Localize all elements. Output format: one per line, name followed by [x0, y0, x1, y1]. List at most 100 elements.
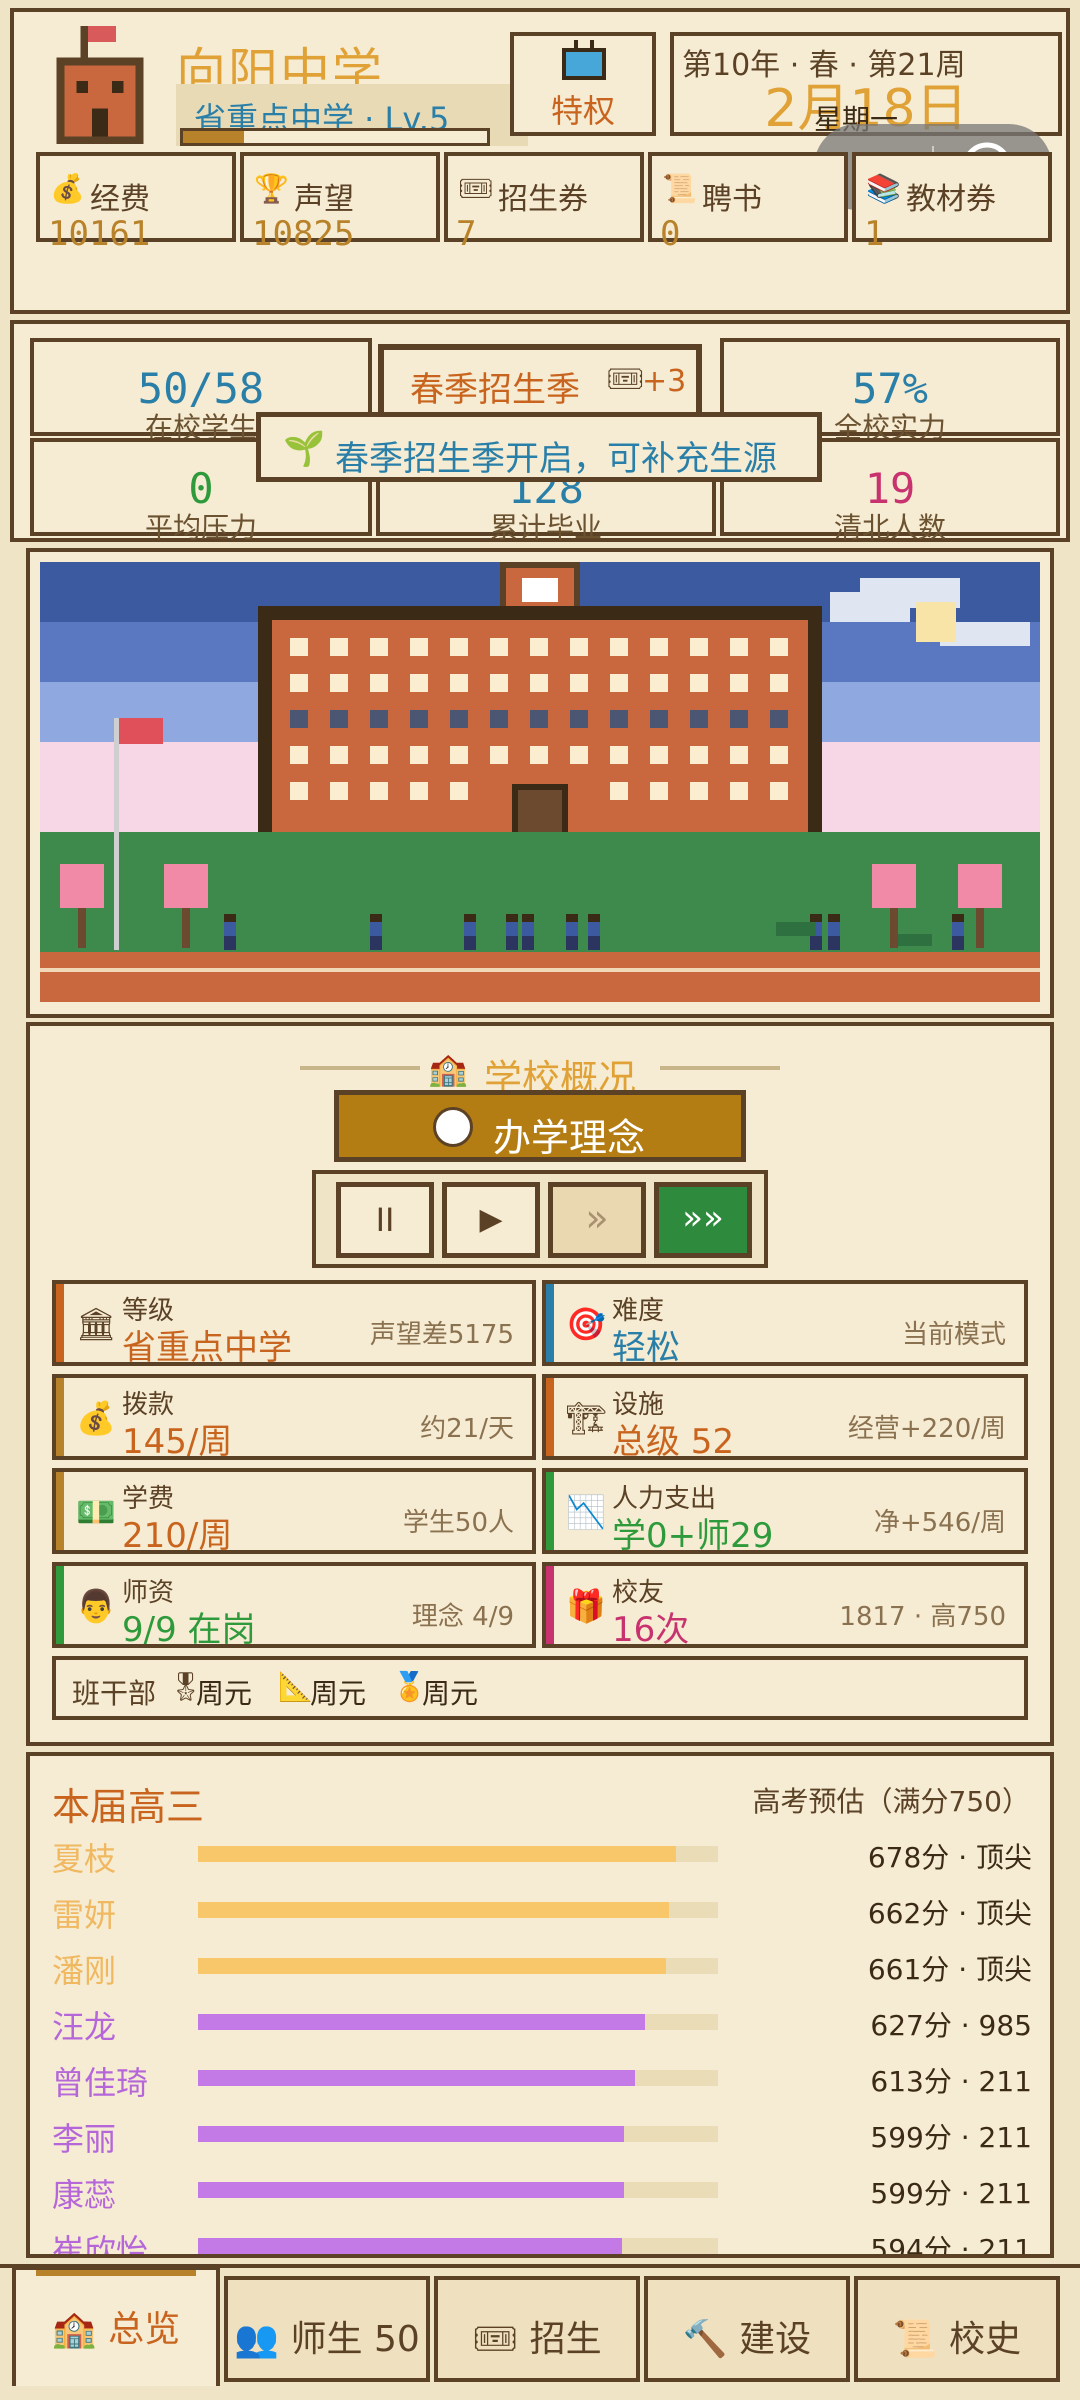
student-score: 678分 · 顶尖: [867, 1841, 1032, 1874]
event-toast: 🌱 春季招生季开启，可补充生源: [256, 412, 822, 482]
cadre-label: 班干部: [72, 1677, 157, 1710]
overview-grant-card[interactable]: 💰 拨款 145/周 约21/天: [52, 1374, 536, 1462]
score-bar-track: [198, 2182, 718, 2198]
resource-funds[interactable]: 💰 经费 10161: [36, 152, 236, 254]
resource-textbooks[interactable]: 📚 教材券 1: [852, 152, 1052, 254]
student-name: 曾佳琦: [52, 2064, 149, 2102]
student-row[interactable]: 康蕊 599分 · 211: [52, 2162, 1032, 2218]
people-icon: 👥: [234, 2319, 280, 2360]
card-value: 总级 52: [612, 1422, 735, 1462]
cadre-name: 周元: [196, 1677, 253, 1710]
date-panel: 第10年 · 春 · 第21周 2月18日 星期一: [670, 32, 1062, 139]
money-bag-icon: 💰: [76, 1399, 116, 1437]
student-row[interactable]: 潘刚 661分 · 顶尖: [52, 1938, 1032, 1994]
score-bar-track: [198, 2070, 718, 2086]
privilege-label: 特权: [550, 92, 615, 130]
stat-label: 累计毕业: [489, 511, 602, 544]
score-bar-fill: [198, 2182, 625, 2198]
tab-label: 招生: [529, 2319, 602, 2360]
resource-value: 0: [660, 214, 681, 254]
resource-value: 1: [864, 214, 885, 254]
privilege-button[interactable]: 特权: [510, 32, 656, 136]
philosophy-label: 办学理念: [493, 1116, 646, 1160]
fast-forward-button[interactable]: »: [548, 1182, 646, 1258]
card-value: 9/9 在岗: [122, 1610, 256, 1650]
student-score: 594分 · 211: [870, 2233, 1032, 2258]
toast-text: 春季招生季开启，可补充生源: [335, 439, 777, 479]
card-value: 省重点中学: [122, 1328, 292, 1368]
overview-teachers-card[interactable]: 👨 师资 9/9 在岗 理念 4/9: [52, 1562, 536, 1650]
resource-value: 10825: [252, 214, 355, 254]
score-bar-fill: [198, 2126, 625, 2142]
score-bar-track: [198, 2014, 718, 2030]
student-name: 潘刚: [52, 1952, 117, 1990]
score-bar-fill: [198, 1846, 677, 1862]
pause-button[interactable]: II: [336, 1182, 434, 1258]
scroll-icon: 📜: [662, 172, 697, 205]
overview-difficulty-card[interactable]: 🎯 难度 轻松 当前模式: [542, 1280, 1028, 1368]
card-note: 净+546/周: [873, 1508, 1006, 1538]
score-bar-fill: [198, 2014, 646, 2030]
student-score: 661分 · 顶尖: [867, 1953, 1032, 1986]
student-score: 613分 · 211: [870, 2065, 1032, 2098]
overview-facility-card[interactable]: 🏗 设施 总级 52 经营+220/周: [542, 1374, 1028, 1462]
play-button[interactable]: ▶: [442, 1182, 540, 1258]
card-note: 经营+220/周: [847, 1414, 1006, 1444]
fastest-button[interactable]: »»: [654, 1182, 752, 1258]
card-value: 210/周: [122, 1516, 233, 1556]
student-score: 599分 · 211: [870, 2121, 1032, 2154]
chart-down-icon: 📉: [566, 1493, 606, 1531]
card-note: 当前模式: [901, 1320, 1006, 1350]
score-bar-track: [198, 1958, 718, 1974]
cash-icon: 💵: [76, 1493, 116, 1531]
tab-enroll[interactable]: 🎟 招生: [434, 2276, 640, 2382]
scroll-icon: 📜: [892, 2319, 938, 2360]
senior-class-panel: 本届高三 高考预估（满分750） 夏枝 678分 · 顶尖 雷妍 662分 · 顶尖潘…: [26, 1752, 1054, 2258]
resource-reputation[interactable]: 🏆 声望 10825: [240, 152, 440, 254]
stat-label: 平均压力: [144, 511, 257, 544]
resource-offer-letters[interactable]: 📜 聘书 0: [648, 152, 848, 254]
stat-label: 清北人数: [833, 511, 946, 544]
resource-label: 聘书: [702, 182, 762, 217]
season-banner[interactable]: 春季招生季 🎟 +3: [378, 344, 702, 420]
tab-people[interactable]: 👥 师生 50: [224, 2276, 430, 2382]
student-row[interactable]: 崔欣怡 594分 · 211: [52, 2218, 1032, 2258]
card-value: 轻松: [612, 1328, 680, 1368]
class-cadres-row[interactable]: 班干部 🎖 周元 📐 周元 🏅 周元: [52, 1656, 1028, 1720]
ticket-icon: 🎟: [472, 2319, 519, 2360]
overview-labor-card[interactable]: 📉 人力支出 学0+师29 净+546/周: [542, 1468, 1028, 1556]
bank-icon: 🏛: [76, 1305, 117, 1343]
ticket-icon: 🎟: [606, 362, 645, 397]
campus-scene[interactable]: [40, 562, 1040, 1002]
student-row[interactable]: 曾佳琦 613分 · 211: [52, 2050, 1032, 2106]
tab-history[interactable]: 📜 校史: [854, 2276, 1060, 2382]
sprout-icon: 🌱: [283, 429, 326, 469]
target-icon: 🎯: [566, 1305, 606, 1343]
school-icon: 🏫: [51, 2309, 97, 2350]
student-name: 雷妍: [52, 1896, 117, 1934]
score-bar-track: [198, 2238, 718, 2254]
card-value: 16次: [612, 1610, 690, 1650]
overview-level-card[interactable]: 🏛 等级 省重点中学 声望差5175: [52, 1280, 536, 1368]
tab-build[interactable]: 🔨 建设: [644, 2276, 850, 2382]
student-row[interactable]: 雷妍 662分 · 顶尖: [52, 1882, 1032, 1938]
teacher-icon: 👨: [76, 1587, 116, 1625]
school-avatar[interactable]: [48, 26, 152, 152]
card-note: 理念 4/9: [411, 1602, 514, 1632]
resource-enroll-tickets[interactable]: 🎟 招生券 7: [444, 152, 644, 254]
student-score: 599分 · 211: [870, 2177, 1032, 2210]
senior-class-subtitle: 高考预估（满分750）: [752, 1785, 1030, 1818]
student-row[interactable]: 汪龙 627分 · 985: [52, 1994, 1032, 2050]
student-row[interactable]: 李丽 599分 · 211: [52, 2106, 1032, 2162]
ruler-icon: 📐: [278, 1670, 313, 1703]
student-row[interactable]: 夏枝 678分 · 顶尖: [52, 1826, 1032, 1882]
header-panel: 向阳中学 省重点中学 · Lv.5 特权 第10年 · 春 · 第21周 2月1…: [10, 8, 1070, 314]
philosophy-button[interactable]: 办学理念: [334, 1090, 746, 1162]
score-bar-track: [198, 2126, 718, 2142]
overview-alumni-card[interactable]: 🎁 校友 16次 1817 · 高750: [542, 1562, 1028, 1650]
overview-tuition-card[interactable]: 💵 学费 210/周 学生50人: [52, 1468, 536, 1556]
hammer-icon: 🔨: [682, 2319, 728, 2360]
tab-overview[interactable]: 🏫 总览: [12, 2266, 220, 2386]
books-icon: 📚: [866, 172, 901, 205]
score-bar-fill: [198, 1958, 666, 1974]
